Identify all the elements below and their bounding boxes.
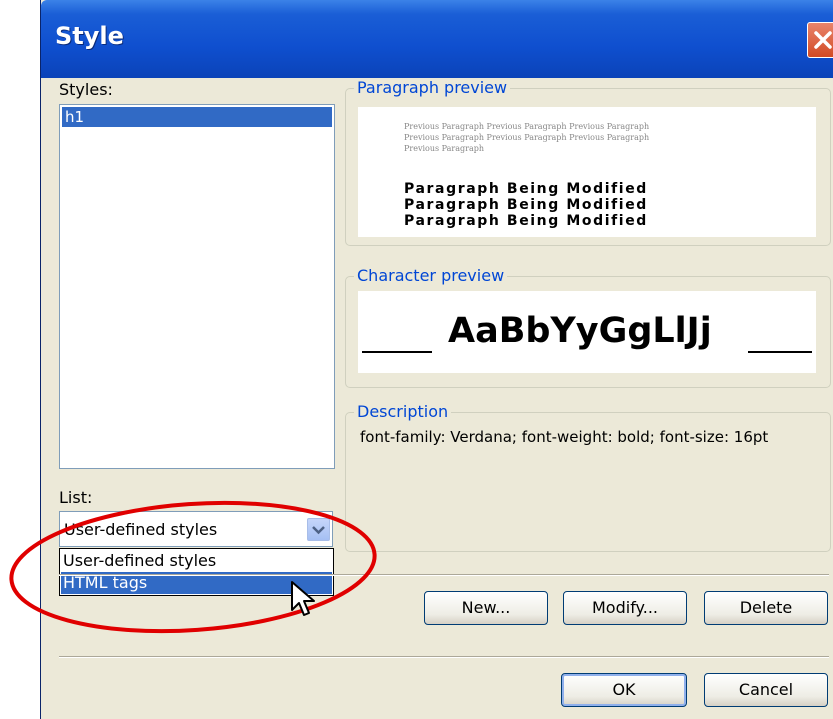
previous-line: Previous Paragraph bbox=[404, 144, 485, 153]
styles-label: Styles: bbox=[59, 80, 113, 99]
description-group: Description font-family: Verdana; font-w… bbox=[345, 402, 831, 552]
mouse-pointer-icon bbox=[291, 581, 315, 616]
chevron-down-icon bbox=[312, 526, 325, 535]
modified-line: Paragraph Being Modified bbox=[404, 213, 648, 229]
cancel-button[interactable]: Cancel bbox=[704, 673, 828, 707]
modify-button[interactable]: Modify... bbox=[563, 591, 687, 625]
title-bar[interactable]: Style bbox=[41, 0, 833, 78]
separator bbox=[59, 574, 829, 576]
styles-listbox[interactable]: h1 bbox=[59, 104, 335, 469]
previous-line: Previous Paragraph Previous Paragraph Pr… bbox=[404, 133, 650, 142]
list-label: List: bbox=[59, 488, 93, 507]
style-dialog: Style Styles: h1 List: User-defined styl… bbox=[40, 0, 833, 719]
previous-paragraph-text: Previous Paragraph Previous Paragraph Pr… bbox=[404, 121, 754, 154]
character-preview-label: Character preview bbox=[354, 266, 508, 285]
character-sample: AaBbYyGgLlJj bbox=[448, 311, 712, 351]
dropdown-option-user-defined[interactable]: User-defined styles bbox=[61, 550, 332, 572]
previous-line: Previous Paragraph Previous Paragraph Pr… bbox=[404, 122, 650, 131]
delete-button[interactable]: Delete bbox=[704, 591, 828, 625]
modified-line: Paragraph Being Modified bbox=[404, 197, 648, 213]
styles-list-item[interactable]: h1 bbox=[62, 107, 332, 127]
paragraph-preview-box: Previous Paragraph Previous Paragraph Pr… bbox=[358, 107, 816, 237]
description-text: font-family: Verdana; font-weight: bold;… bbox=[360, 428, 769, 446]
character-preview-box: AaBbYyGgLlJj bbox=[358, 291, 816, 373]
dropdown-arrow-button[interactable] bbox=[307, 518, 330, 541]
description-label: Description bbox=[354, 402, 452, 421]
list-combobox[interactable]: User-defined styles bbox=[59, 511, 333, 547]
modified-line: Paragraph Being Modified bbox=[404, 181, 648, 197]
baseline-right bbox=[748, 351, 812, 353]
character-preview-group: Character preview AaBbYyGgLlJj bbox=[345, 266, 831, 388]
paragraph-preview-group: Paragraph preview Previous Paragraph Pre… bbox=[345, 78, 831, 246]
paragraph-preview-label: Paragraph preview bbox=[354, 78, 511, 97]
separator bbox=[59, 656, 829, 658]
baseline-left bbox=[362, 351, 432, 353]
close-button[interactable] bbox=[807, 22, 833, 58]
ok-button[interactable]: OK bbox=[561, 673, 687, 707]
new-button[interactable]: New... bbox=[424, 591, 548, 625]
list-combobox-value: User-defined styles bbox=[64, 520, 218, 539]
close-icon bbox=[814, 31, 832, 49]
dialog-title: Style bbox=[55, 22, 124, 50]
